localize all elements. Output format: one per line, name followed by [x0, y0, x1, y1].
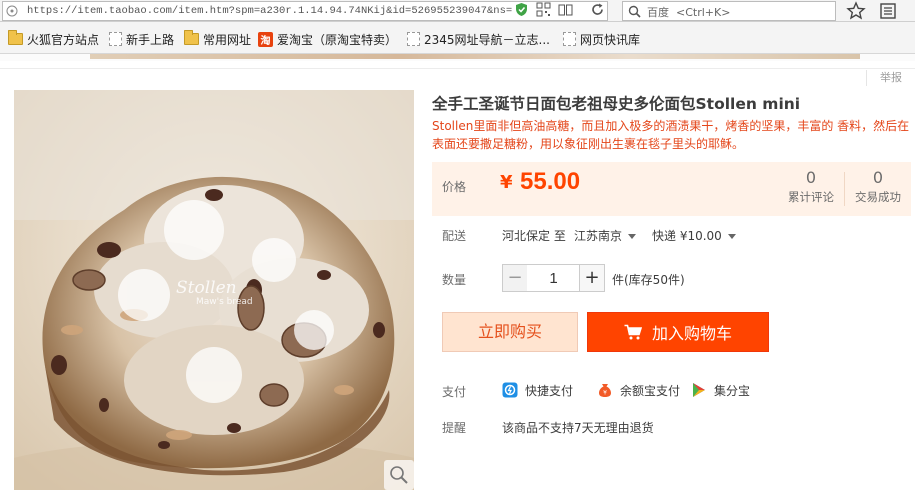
bookmark-ai-taobao[interactable]: 淘 爱淘宝（原淘宝特卖） — [258, 31, 397, 47]
browser-toolbar: https://item.taobao.com/item.htm?spm=a23… — [0, 0, 915, 22]
search-icon — [628, 5, 641, 18]
stollen-bread-photo: Stollen Maw's bread — [14, 90, 414, 490]
reviews-stat[interactable]: 0 累计评论 — [778, 168, 844, 206]
payment-label: 支付 — [442, 385, 467, 399]
watermark-subtext: Maw's bread — [196, 297, 253, 307]
shipping-method-select[interactable]: 快递 ¥10.00 — [652, 227, 736, 244]
price-panel: 价格 ¥ 55.00 0 累计评论 0 交易成功 — [432, 162, 911, 216]
bookmark-label: 网页快讯库 — [580, 32, 641, 47]
shipping-destination-select[interactable]: 江苏南京 — [574, 227, 637, 244]
shipping-label: 配送 — [442, 229, 467, 243]
jifenbao-icon — [693, 383, 705, 397]
shield-icon[interactable] — [514, 2, 529, 17]
sales-count: 0 — [872, 168, 884, 187]
folder-icon — [8, 30, 23, 45]
sales-label: 交易成功 — [855, 190, 901, 204]
payment-method-yuebao: ¥ 余额宝支付 — [597, 381, 680, 399]
reader-mode-icon[interactable] — [558, 2, 573, 17]
report-link[interactable]: 举报 — [866, 70, 915, 86]
address-bar-icons — [514, 2, 573, 17]
payment-method-label: 余额宝支付 — [620, 383, 681, 398]
url-text: https://item.taobao.com/item.htm?spm=a23… — [27, 5, 513, 17]
quantity-increase-button[interactable]: + — [579, 264, 605, 292]
page-icon — [563, 32, 576, 46]
add-to-cart-button[interactable]: 加入购物车 — [587, 312, 769, 352]
search-placeholder: 百度 <Ctrl+K> — [647, 6, 731, 19]
reviews-label: 累计评论 — [788, 190, 834, 204]
reload-icon[interactable] — [590, 2, 605, 17]
reading-list-icon[interactable] — [878, 1, 898, 21]
payment-method-label: 集分宝 — [714, 383, 751, 398]
quantity-input[interactable] — [527, 264, 580, 292]
bookmark-label: 新手上路 — [126, 32, 175, 47]
price-currency: ¥ — [500, 172, 513, 193]
search-bar[interactable]: 百度 <Ctrl+K> — [622, 1, 836, 21]
cart-icon — [624, 324, 642, 340]
price-label: 价格 — [442, 180, 467, 194]
bookmark-common-sites[interactable]: 常用网址 — [184, 30, 252, 47]
chevron-down-icon — [628, 234, 637, 239]
quickpay-icon — [502, 382, 518, 398]
watermark-text: Stollen — [176, 278, 237, 298]
destination-text: 江苏南京 — [574, 229, 623, 243]
shipping-method-text: 快递 ¥10.00 — [652, 229, 722, 243]
site-identity-icon[interactable] — [6, 5, 18, 17]
shipping-origin: 河北保定 至 — [502, 229, 566, 243]
payment-method-label: 快捷支付 — [525, 383, 574, 398]
bookmark-getting-started[interactable]: 新手上路 — [109, 31, 174, 47]
folder-icon — [184, 30, 199, 45]
bookmark-label: 爱淘宝（原淘宝特卖） — [277, 32, 398, 47]
product-main-image[interactable]: Stollen Maw's bread — [14, 90, 414, 490]
header-banner-edge — [90, 54, 860, 59]
product-title: 全手工圣诞节日面包老祖母史多伦面包Stollen mini — [432, 95, 801, 113]
quantity-decrease-button[interactable]: − — [502, 264, 528, 292]
qr-code-icon[interactable] — [536, 2, 551, 17]
reminder-label: 提醒 — [442, 421, 467, 435]
page-icon — [407, 32, 420, 46]
yuebao-icon: ¥ — [599, 384, 611, 397]
bookmark-label: 常用网址 — [203, 32, 252, 47]
svg-text:¥: ¥ — [603, 390, 607, 397]
chevron-down-icon — [727, 234, 736, 239]
bookmark-star-icon[interactable] — [846, 1, 866, 21]
stock-text: 件(库存50件) — [612, 273, 685, 287]
bookmark-firefox-official[interactable]: 火狐官方站点 — [8, 30, 100, 47]
taobao-icon: 淘 — [258, 31, 273, 47]
payment-method-quickpay: 快捷支付 — [502, 381, 573, 399]
buy-now-button[interactable]: 立即购买 — [442, 312, 578, 352]
reminder-text: 该商品不支持7天无理由退货 — [502, 421, 654, 435]
bookmark-web-slices[interactable]: 网页快讯库 — [563, 31, 640, 47]
product-subtitle: Stollen里面非但高油高糖，而且加入极多的酒渍果干，烤香的坚果，丰富的 香料… — [432, 119, 910, 151]
add-to-cart-label: 加入购物车 — [651, 324, 732, 343]
sales-stat: 0 交易成功 — [845, 168, 911, 206]
price-value: 55.00 — [520, 168, 581, 195]
reviews-count: 0 — [805, 168, 817, 187]
quantity-label: 数量 — [442, 273, 467, 287]
zoom-icon[interactable] — [384, 460, 414, 490]
payment-method-jifenbao: 集分宝 — [691, 381, 750, 399]
bookmark-2345-nav[interactable]: 2345网址导航－立志... — [407, 31, 550, 47]
bookmark-label: 2345网址导航－立志... — [424, 32, 550, 47]
divider — [0, 68, 915, 69]
bookmark-label: 火狐官方站点 — [27, 32, 100, 47]
page-icon — [109, 32, 122, 46]
bookmarks-bar: 火狐官方站点 新手上路 常用网址 淘 爱淘宝（原淘宝特卖） 2345网址导航－立… — [0, 22, 915, 54]
